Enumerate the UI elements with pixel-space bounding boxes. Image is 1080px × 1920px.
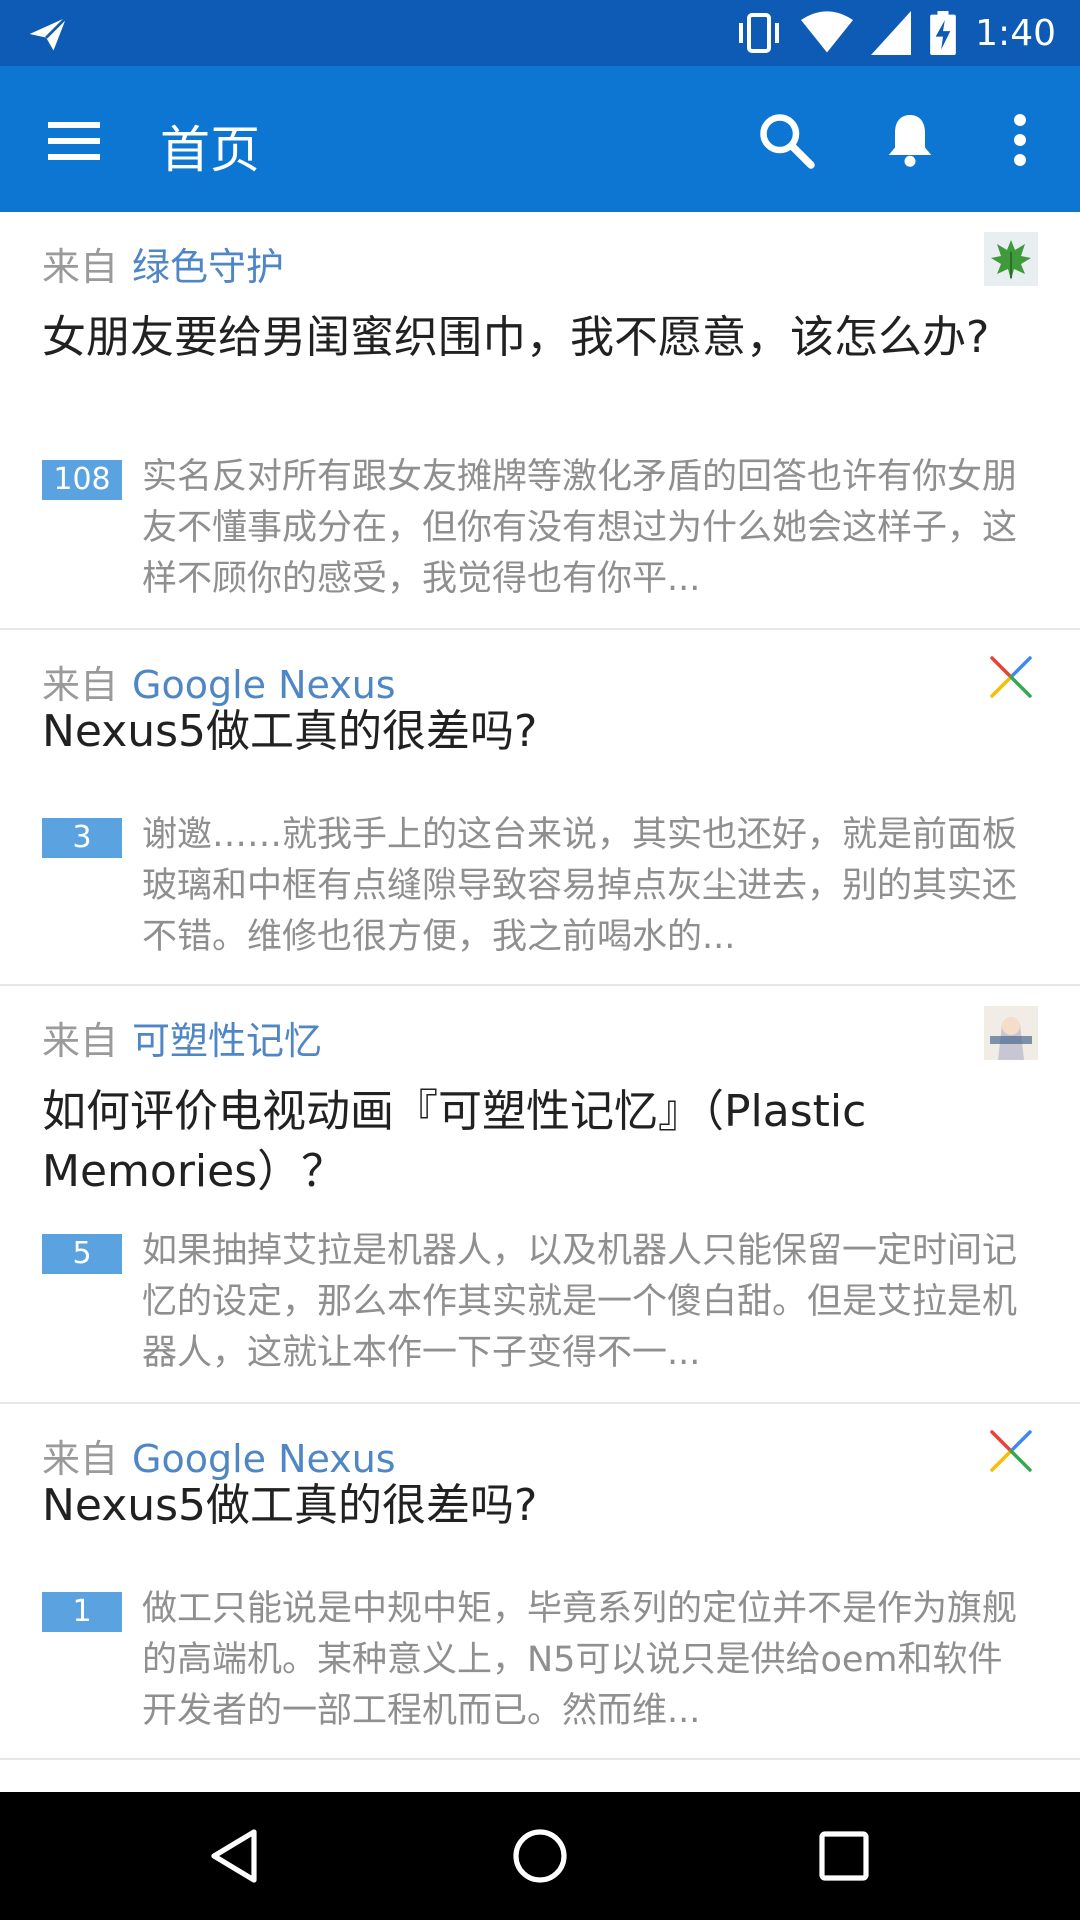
question-title[interactable]: Nexus5做工真的很差吗? <box>42 1476 1000 1536</box>
leaf-icon <box>984 232 1038 286</box>
nexus-x-icon <box>990 656 1032 698</box>
back-icon[interactable] <box>206 1826 266 1886</box>
list-item[interactable]: 来自 可塑性记忆 如何评价电视动画『可塑性记忆』（Plastic Memories… <box>0 986 1080 1404</box>
nexus-x-icon <box>990 1430 1032 1472</box>
source-topic[interactable]: Google Nexus <box>132 663 396 707</box>
anime-cover-icon <box>984 1006 1038 1060</box>
wifi-icon <box>801 11 854 53</box>
answer-excerpt[interactable]: 做工只能说是中规中矩，毕竟系列的定位并不是作为旗舰的高端机。某种意义上，N5可以… <box>142 1584 1036 1737</box>
signal-icon <box>871 11 912 55</box>
list-item[interactable]: 来自 Google Nexus Nexus5做工真的很差吗? 1 做工只能说是中规… <box>0 1404 1080 1760</box>
vote-badge: 5 <box>42 1234 122 1274</box>
from-label: 来自 <box>42 245 119 289</box>
source-line: 来自 可塑性记忆 <box>42 1010 322 1065</box>
list-item[interactable]: 来自 Google Nexus Nexus5做工真的很差吗? 3 谢邀……就我手上… <box>0 630 1080 986</box>
battery-charging-icon <box>930 11 956 55</box>
menu-icon[interactable] <box>48 118 100 162</box>
status-bar: 1:40 <box>0 0 1080 66</box>
from-label: 来自 <box>42 663 119 707</box>
navigation-bar <box>0 1792 1080 1920</box>
source-line: 来自 绿色守护 <box>42 236 284 291</box>
from-label: 来自 <box>42 1019 119 1063</box>
app-bar: 首页 <box>0 66 1080 212</box>
source-line: 来自 Google Nexus <box>42 654 396 709</box>
home-icon[interactable] <box>510 1826 570 1886</box>
bell-icon[interactable] <box>880 110 940 170</box>
feed-list: 来自 绿色守护 女朋友要给男闺蜜织围巾，我不愿意，该怎么办? 108 实名反对所有… <box>0 212 1080 1792</box>
question-title[interactable]: Nexus5做工真的很差吗? <box>42 702 1000 762</box>
answer-excerpt[interactable]: 谢邀……就我手上的这台来说，其实也还好，就是前面板玻璃和中框有点缝隙导致容易掉点… <box>142 810 1036 963</box>
recents-icon[interactable] <box>814 1826 874 1886</box>
vote-badge: 108 <box>42 460 122 500</box>
question-title[interactable]: 女朋友要给男闺蜜织围巾，我不愿意，该怎么办? <box>42 308 1000 368</box>
search-icon[interactable] <box>756 110 816 170</box>
status-time: 1:40 <box>975 12 1056 54</box>
answer-excerpt[interactable]: 如果抽掉艾拉是机器人，以及机器人只能保留一定时间记忆的设定，那么本作其实就是一个… <box>142 1226 1036 1379</box>
answer-excerpt[interactable]: 实名反对所有跟女友摊牌等激化矛盾的回答也许有你女朋友不懂事成分在，但你有没有想过… <box>142 452 1036 605</box>
vibrate-icon <box>739 13 780 53</box>
more-vert-icon[interactable] <box>1000 110 1040 170</box>
page-title: 首页 <box>160 121 260 179</box>
list-item[interactable]: 来自 绿色守护 女朋友要给男闺蜜织围巾，我不愿意，该怎么办? 108 实名反对所有… <box>0 212 1080 630</box>
question-title[interactable]: 如何评价电视动画『可塑性记忆』（Plastic Memories）？ <box>42 1082 1000 1202</box>
from-label: 来自 <box>42 1437 119 1481</box>
vote-badge: 1 <box>42 1592 122 1632</box>
source-topic[interactable]: 可塑性记忆 <box>132 1019 322 1063</box>
source-line: 来自 Google Nexus <box>42 1428 396 1483</box>
vote-badge: 3 <box>42 818 122 858</box>
source-topic[interactable]: Google Nexus <box>132 1437 396 1481</box>
source-topic[interactable]: 绿色守护 <box>132 245 284 289</box>
send-icon <box>29 16 68 51</box>
